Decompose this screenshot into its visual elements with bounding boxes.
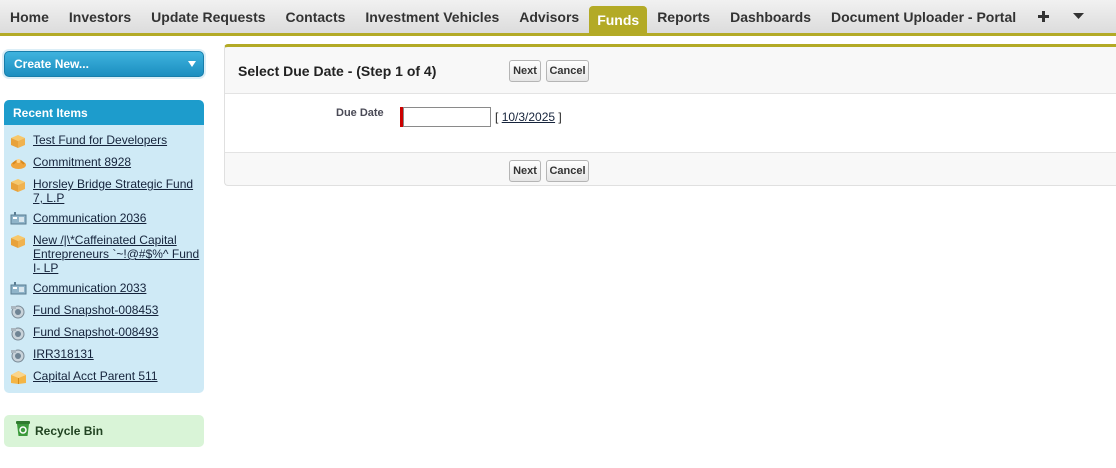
tab-investment-vehicles[interactable]: Investment Vehicles xyxy=(355,0,509,33)
date-shortcut: [ 10/3/2025 ] xyxy=(495,110,562,124)
recent-items-list: Test Fund for Developers Commitment 8928… xyxy=(4,125,204,388)
bracket-open: [ xyxy=(495,110,499,124)
list-item: Horsley Bridge Strategic Fund 7, L.P xyxy=(4,174,204,208)
chevron-down-icon xyxy=(188,61,196,67)
tab-advisors[interactable]: Advisors xyxy=(509,0,589,33)
recent-items-header: Recent Items xyxy=(4,100,204,125)
recent-item-link[interactable]: Fund Snapshot-008493 xyxy=(33,325,158,339)
tab-contacts[interactable]: Contacts xyxy=(276,0,356,33)
wizard-panel: Select Due Date - (Step 1 of 4) Next Can… xyxy=(224,44,1116,186)
fund-box-icon xyxy=(9,133,27,149)
recent-item-link[interactable]: Commitment 8928 xyxy=(33,155,131,169)
tab-bar: Home Investors Update Requests Contacts … xyxy=(0,0,1116,36)
tab-document-uploader-portal[interactable]: Document Uploader - Portal xyxy=(821,0,1026,33)
next-button[interactable]: Next xyxy=(509,60,541,82)
communication-icon xyxy=(9,281,27,297)
create-new-button[interactable]: Create New... xyxy=(4,51,204,77)
tab-home[interactable]: Home xyxy=(0,0,59,33)
today-date-link[interactable]: 10/3/2025 xyxy=(502,110,555,124)
list-item: Communication 2033 xyxy=(4,278,204,300)
next-button-bottom[interactable]: Next xyxy=(509,160,541,182)
recent-items-panel: Recent Items Test Fund for Developers Co… xyxy=(4,100,204,393)
recent-item-link[interactable]: Capital Acct Parent 511 xyxy=(33,369,158,383)
divider xyxy=(225,152,1116,153)
recent-item-link[interactable]: Communication 2033 xyxy=(33,281,146,295)
list-item: Communication 2036 xyxy=(4,208,204,230)
snapshot-icon xyxy=(9,303,27,319)
list-item: IRR318131 xyxy=(4,344,204,366)
tab-dashboards[interactable]: Dashboards xyxy=(720,0,821,33)
capital-account-icon xyxy=(9,369,27,385)
due-date-input[interactable] xyxy=(403,107,491,127)
page-title: Select Due Date - (Step 1 of 4) xyxy=(238,63,437,79)
tab-update-requests[interactable]: Update Requests xyxy=(141,0,275,33)
recent-item-link[interactable]: Horsley Bridge Strategic Fund 7, L.P xyxy=(33,177,200,205)
list-item: Commitment 8928 xyxy=(4,152,204,174)
cancel-button[interactable]: Cancel xyxy=(546,60,589,82)
recent-item-link[interactable]: New /|\*Caffeinated Capital Entrepreneur… xyxy=(33,233,200,275)
list-item: New /|\*Caffeinated Capital Entrepreneur… xyxy=(4,230,204,278)
tab-reports[interactable]: Reports xyxy=(647,0,720,33)
list-item: Fund Snapshot-008493 xyxy=(4,322,204,344)
tab-investors[interactable]: Investors xyxy=(59,0,141,33)
commitment-icon xyxy=(9,155,27,171)
fund-box-icon xyxy=(9,177,27,193)
bracket-close: ] xyxy=(558,110,562,124)
due-date-label: Due Date xyxy=(336,107,384,119)
list-item: Test Fund for Developers xyxy=(4,130,204,152)
plus-icon[interactable] xyxy=(1026,0,1061,33)
recent-item-link[interactable]: Communication 2036 xyxy=(33,211,146,225)
recycle-bin-icon xyxy=(15,420,31,442)
tab-funds[interactable]: Funds xyxy=(589,6,648,33)
list-item: Capital Acct Parent 511 xyxy=(4,366,204,388)
recent-item-link[interactable]: IRR318131 xyxy=(33,347,94,361)
recent-item-link[interactable]: Test Fund for Developers xyxy=(33,133,167,147)
chevron-down-icon[interactable] xyxy=(1061,0,1096,33)
recycle-bin-link[interactable]: Recycle Bin xyxy=(4,415,204,447)
fund-box-icon xyxy=(9,233,27,249)
recycle-bin-label: Recycle Bin xyxy=(35,424,104,438)
recent-item-link[interactable]: Fund Snapshot-008453 xyxy=(33,303,158,317)
create-new-label: Create New... xyxy=(14,57,89,71)
due-date-section xyxy=(225,94,1116,152)
list-item: Fund Snapshot-008453 xyxy=(4,300,204,322)
communication-icon xyxy=(9,211,27,227)
snapshot-icon xyxy=(9,347,27,363)
top-navigation: Home Investors Update Requests Contacts … xyxy=(0,0,1116,36)
snapshot-icon xyxy=(9,325,27,341)
cancel-button-bottom[interactable]: Cancel xyxy=(546,160,589,182)
